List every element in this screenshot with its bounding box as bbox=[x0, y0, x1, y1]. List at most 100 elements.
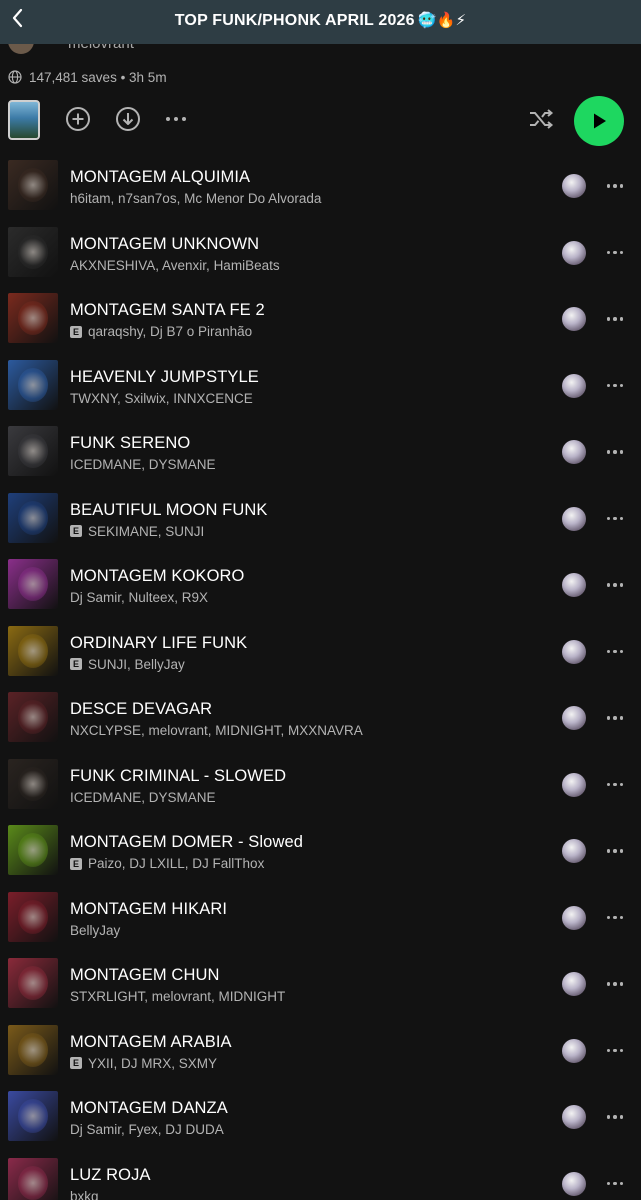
track-artists: E SUNJI, BellyJay bbox=[70, 657, 185, 672]
track-title: MONTAGEM SANTA FE 2 bbox=[70, 301, 265, 319]
track-title: ORDINARY LIFE FUNK bbox=[70, 633, 248, 652]
track-title: BEAUTIFUL MOON FUNK bbox=[70, 500, 268, 519]
track-row[interactable]: BEAUTIFUL MOON FUNK E SEKIMANE, SUNJI bbox=[0, 492, 641, 560]
track-artwork bbox=[8, 625, 58, 676]
more-dot-icon bbox=[619, 716, 624, 720]
more-dot-icon bbox=[619, 915, 624, 920]
downloaded-disc-icon[interactable] bbox=[562, 573, 586, 597]
more-dot-icon bbox=[606, 849, 611, 853]
track-row[interactable]: MONTAGEM UNKNOWN AKXNESHIVA, Avenxir, Ham… bbox=[0, 226, 641, 294]
more-dot-icon bbox=[606, 649, 611, 654]
more-dot-icon bbox=[613, 915, 617, 920]
track-row[interactable]: MONTAGEM DANZA Dj Samir, Fyex, DJ DUDA bbox=[0, 1091, 641, 1158]
track-row[interactable]: DESCE DEVAGAR NXCLYPSE, melovrant, MIDNIG… bbox=[0, 692, 641, 759]
downloaded-disc-icon[interactable] bbox=[562, 772, 586, 797]
track-artwork bbox=[8, 559, 58, 609]
track-row[interactable]: MONTAGEM KOKORO Dj Samir, Nulteex, R9X bbox=[0, 559, 641, 626]
track-row[interactable]: MONTAGEM CHUN STXRLIGHT, melovrant, MIDNI… bbox=[0, 958, 641, 1025]
downloaded-disc-icon[interactable] bbox=[562, 307, 586, 331]
shuffle-icon bbox=[530, 109, 554, 129]
track-more-button[interactable] bbox=[603, 241, 627, 265]
track-artists-text: SEKIMANE, SUNJI bbox=[88, 523, 205, 539]
more-dot-icon bbox=[619, 317, 624, 321]
track-more-button[interactable] bbox=[603, 573, 627, 597]
track-artists-text: YXII, DJ MRX, SXMY bbox=[88, 1055, 218, 1071]
downloaded-disc-icon[interactable] bbox=[562, 506, 586, 531]
more-dot-icon bbox=[619, 1115, 624, 1119]
owner-row[interactable]: melovrant bbox=[8, 44, 308, 58]
downloaded-disc-icon[interactable] bbox=[562, 1105, 586, 1129]
track-artists-text: STXRLIGHT, melovrant, MIDNIGHT bbox=[70, 989, 286, 1004]
track-more-button[interactable] bbox=[603, 174, 627, 198]
track-artwork bbox=[8, 891, 58, 942]
more-dot-icon bbox=[619, 516, 624, 521]
track-artists: ICEDMANE, DYSMANE bbox=[70, 457, 216, 472]
add-button[interactable] bbox=[65, 106, 91, 132]
explicit-badge: E bbox=[70, 857, 82, 870]
more-horizontal-icon bbox=[166, 117, 186, 121]
track-list: MONTAGEM ALQUIMIA h6itam, n7san7os, Mc Me… bbox=[0, 160, 641, 1200]
track-more-button[interactable] bbox=[603, 307, 627, 331]
track-row[interactable]: FUNK CRIMINAL - SLOWED ICEDMANE, DYSMANE bbox=[0, 758, 641, 826]
track-more-button[interactable] bbox=[603, 906, 627, 930]
track-row[interactable]: MONTAGEM DOMER - Slowed E Paizo, DJ LXILL,… bbox=[0, 825, 641, 892]
track-row[interactable]: MONTAGEM SANTA FE 2 Eqaraqshy, Dj B7 o Pi… bbox=[0, 293, 641, 360]
track-row[interactable]: MONTAGEM HIKARI BellyJay bbox=[0, 891, 641, 959]
track-title: DESCE DEVAGAR bbox=[70, 700, 213, 718]
downloaded-disc-icon[interactable] bbox=[562, 373, 586, 398]
more-dot-icon bbox=[606, 383, 611, 388]
title-emoji: 🥶🔥⚡ bbox=[417, 12, 467, 29]
more-dot-icon bbox=[613, 250, 617, 255]
track-row[interactable]: ORDINARY LIFE FUNK E SUNJI, BellyJay bbox=[0, 625, 641, 693]
track-row[interactable]: MONTAGEM ALQUIMIA h6itam, n7san7os, Mc Me… bbox=[0, 160, 641, 227]
track-more-button[interactable] bbox=[603, 1172, 627, 1196]
track-more-button[interactable] bbox=[603, 972, 627, 996]
track-artists-text: Dj Samir, Fyex, DJ DUDA bbox=[70, 1122, 224, 1137]
more-dot-icon bbox=[606, 450, 611, 454]
track-artists-text: SUNJI, BellyJay bbox=[88, 656, 185, 672]
more-dot-icon bbox=[613, 649, 617, 654]
downloaded-disc-icon[interactable] bbox=[562, 1171, 586, 1196]
playlist-cover-thumbnail[interactable] bbox=[8, 100, 40, 140]
downloaded-disc-icon[interactable] bbox=[562, 1038, 586, 1063]
track-more-button[interactable] bbox=[603, 507, 627, 531]
download-button[interactable] bbox=[115, 106, 141, 132]
track-row[interactable]: FUNK SERENO ICEDMANE, DYSMANE bbox=[0, 426, 641, 493]
track-more-button[interactable] bbox=[603, 706, 627, 730]
track-more-button[interactable] bbox=[603, 1105, 627, 1129]
more-dot-icon bbox=[606, 583, 611, 587]
track-artists-text: h6itam, n7san7os, Mc Menor Do Alvorada bbox=[70, 191, 322, 206]
more-dot-icon bbox=[619, 250, 624, 255]
track-artwork bbox=[8, 692, 58, 742]
track-more-button[interactable] bbox=[603, 839, 627, 863]
downloaded-disc-icon[interactable] bbox=[562, 240, 586, 265]
shuffle-button[interactable] bbox=[528, 106, 554, 132]
track-title: MONTAGEM ARABIA bbox=[70, 1032, 232, 1051]
downloaded-disc-icon[interactable] bbox=[562, 839, 586, 863]
downloaded-disc-icon[interactable] bbox=[562, 905, 586, 930]
downloaded-disc-icon[interactable] bbox=[562, 639, 586, 664]
track-more-button[interactable] bbox=[603, 773, 627, 797]
owner-name: melovrant bbox=[68, 44, 134, 52]
track-row[interactable]: MONTAGEM ARABIA E YXII, DJ MRX, SXMY bbox=[0, 1024, 641, 1092]
more-dot-icon bbox=[606, 1115, 611, 1119]
more-dot-icon bbox=[619, 383, 624, 388]
more-options-button[interactable] bbox=[163, 106, 189, 132]
downloaded-disc-icon[interactable] bbox=[562, 972, 586, 996]
track-more-button[interactable] bbox=[603, 640, 627, 664]
track-title: LUZ ROJA bbox=[70, 1165, 151, 1184]
track-more-button[interactable] bbox=[603, 1039, 627, 1063]
track-title: MONTAGEM ALQUIMIA bbox=[70, 168, 251, 186]
more-dot-icon bbox=[619, 982, 624, 986]
playlist-title: TOP FUNK/PHONK APRIL 2026 bbox=[174, 12, 415, 29]
play-button[interactable] bbox=[574, 96, 624, 146]
track-more-button[interactable] bbox=[603, 374, 627, 398]
downloaded-disc-icon[interactable] bbox=[562, 706, 586, 730]
downloaded-disc-icon[interactable] bbox=[562, 174, 586, 198]
track-row[interactable]: HEAVENLY JUMPSTYLE TWXNY, Sxilwix, INNXCE… bbox=[0, 359, 641, 427]
track-artwork bbox=[8, 1024, 58, 1075]
track-row[interactable]: LUZ ROJA bxkq bbox=[0, 1157, 641, 1200]
downloaded-disc-icon[interactable] bbox=[562, 440, 586, 464]
track-more-button[interactable] bbox=[603, 440, 627, 464]
track-artists: E SEKIMANE, SUNJI bbox=[70, 524, 204, 539]
